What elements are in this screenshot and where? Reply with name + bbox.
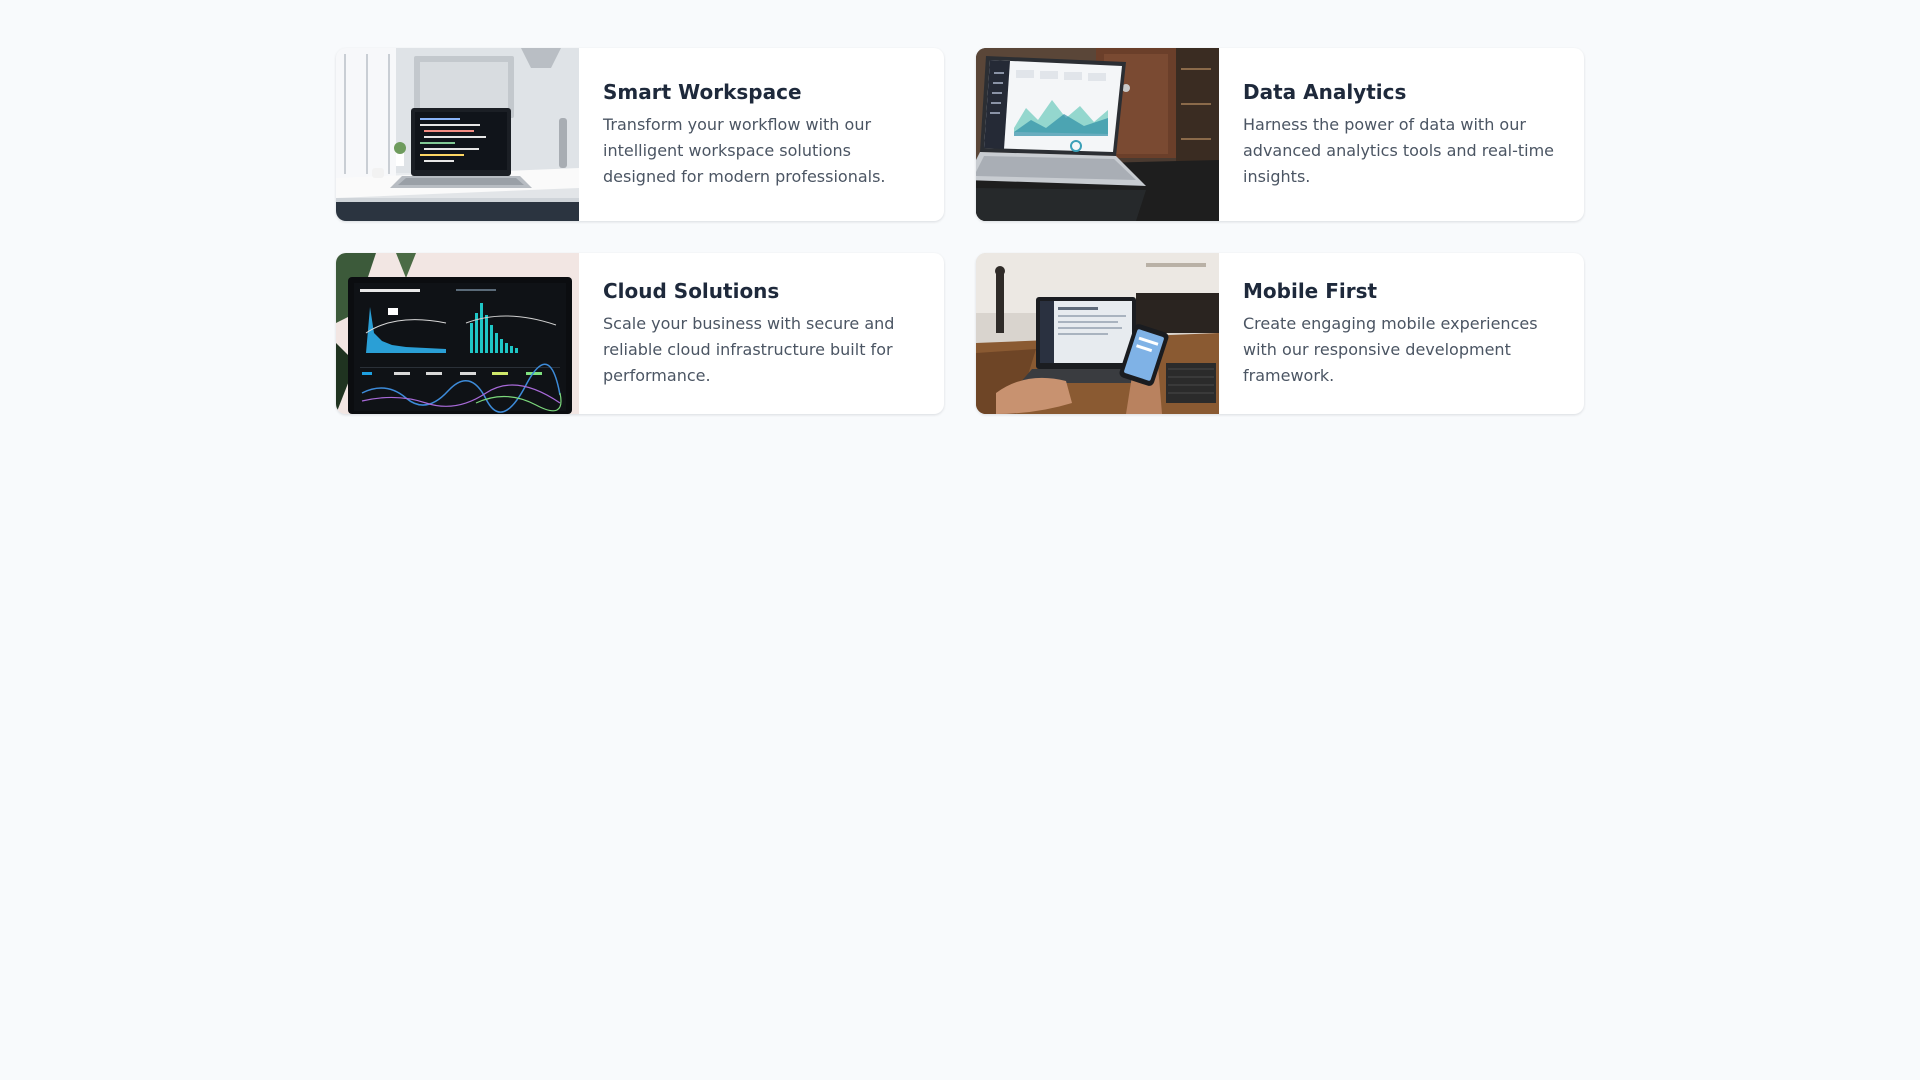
feature-card-smart-workspace[interactable]: Smart Workspace Transform your workflow …	[336, 48, 944, 221]
card-image-dashboard-monitor	[336, 253, 579, 414]
feature-card-grid: Smart Workspace Transform your workflow …	[336, 48, 1584, 414]
card-image-laptop-desk	[336, 48, 579, 221]
feature-card-data-analytics[interactable]: Data Analytics Harness the power of data…	[976, 48, 1584, 221]
feature-card-cloud-solutions[interactable]: Cloud Solutions Scale your business with…	[336, 253, 944, 414]
laptop-desk-illustration	[336, 48, 579, 221]
dashboard-monitor-illustration	[336, 253, 579, 414]
card-content: Data Analytics Harness the power of data…	[1219, 48, 1584, 221]
card-title: Cloud Solutions	[603, 279, 780, 303]
analytics-laptop-illustration	[976, 48, 1219, 221]
card-description: Scale your business with secure and reli…	[603, 314, 895, 385]
card-image-phone-laptop	[976, 253, 1219, 414]
card-content: Smart Workspace Transform your workflow …	[579, 48, 944, 221]
card-content: Mobile First Create engaging mobile expe…	[1219, 253, 1584, 414]
card-title: Data Analytics	[1243, 80, 1407, 104]
card-title: Mobile First	[1243, 279, 1378, 303]
card-description: Transform your workflow with our intelli…	[603, 115, 886, 186]
card-description: Create engaging mobile experiences with …	[1243, 314, 1538, 385]
card-description: Harness the power of data with our advan…	[1243, 115, 1555, 186]
feature-card-mobile-first[interactable]: Mobile First Create engaging mobile expe…	[976, 253, 1584, 414]
card-title: Smart Workspace	[603, 80, 802, 104]
phone-laptop-illustration	[976, 253, 1219, 414]
card-image-analytics-laptop	[976, 48, 1219, 221]
card-content: Cloud Solutions Scale your business with…	[579, 253, 944, 414]
